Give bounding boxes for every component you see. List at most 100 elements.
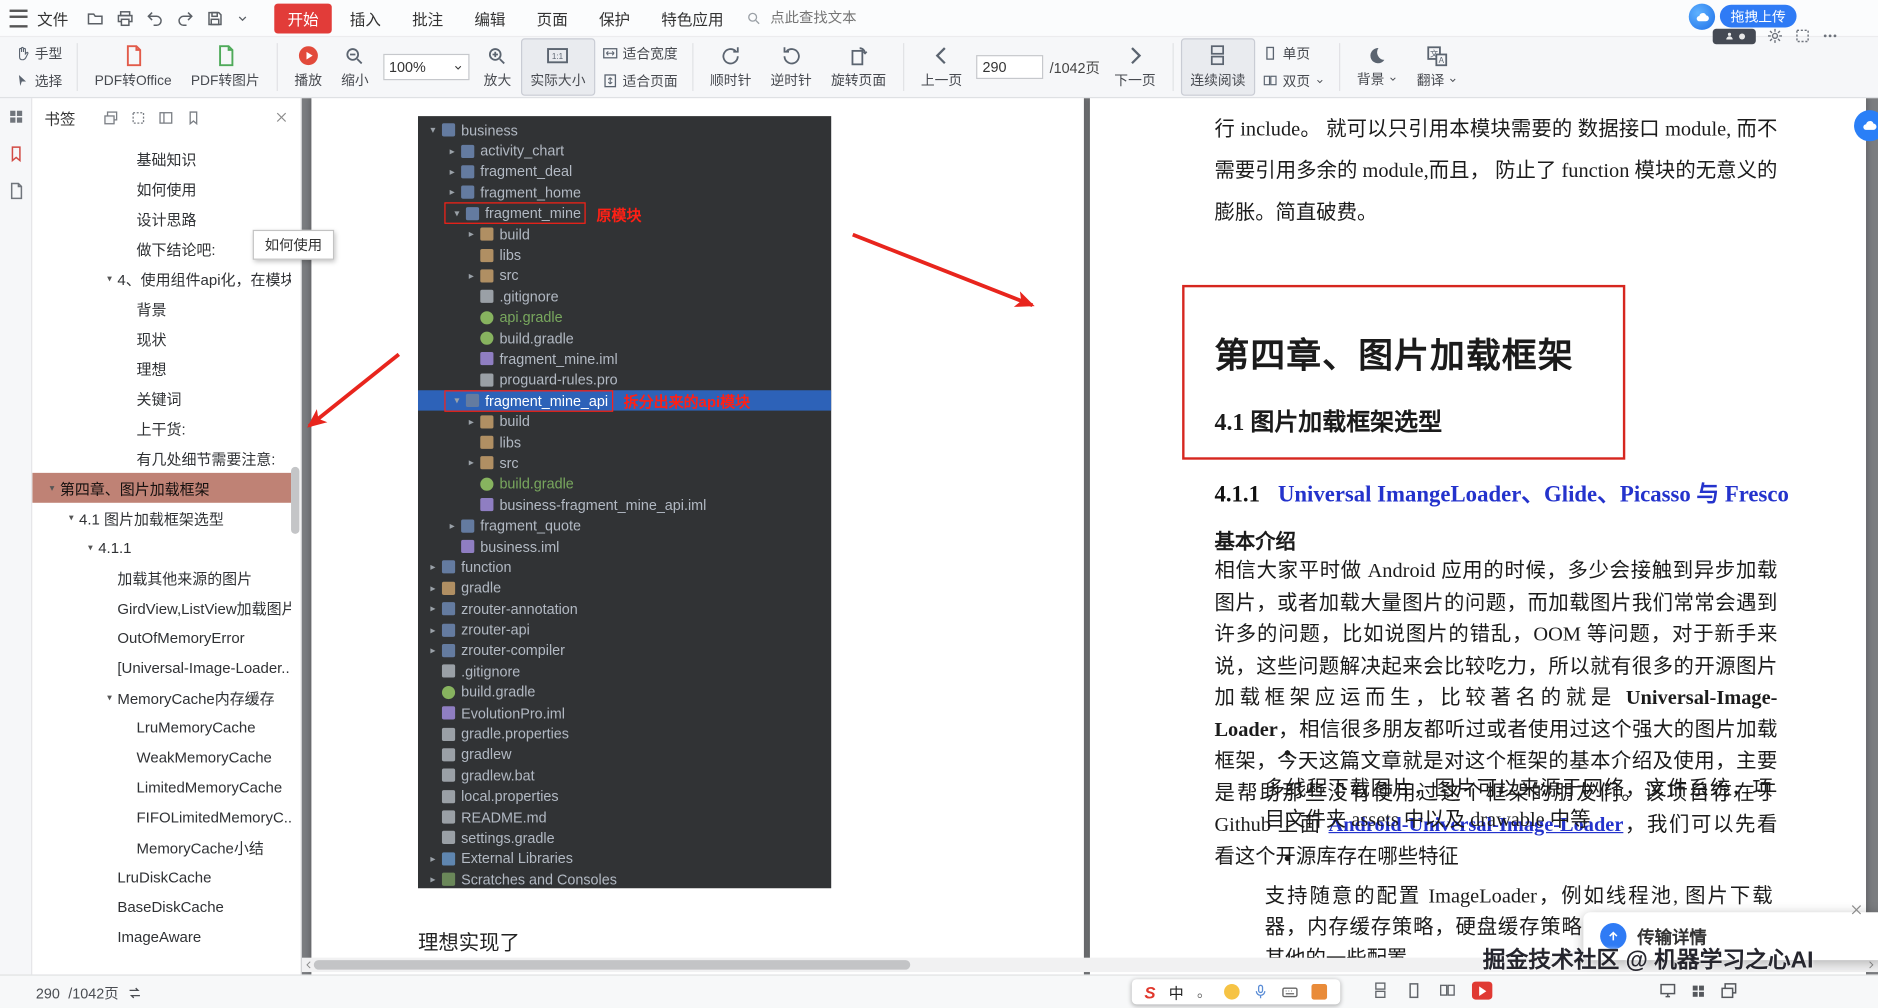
ime-emoji-icon[interactable]: [1224, 984, 1241, 1000]
bookmark-panel-icon[interactable]: [7, 145, 25, 163]
pdf-page-right[interactable]: 行 include。 就可以只引用本模块需要的 数据接口 module, 而不需…: [1089, 95, 1867, 976]
fit-width-button[interactable]: 适合宽度: [599, 42, 682, 64]
pdf-to-office-button[interactable]: PDF转Office: [85, 38, 181, 95]
zoom-out-button[interactable]: 缩小: [332, 38, 379, 95]
bookmark-collapse-arrow-icon[interactable]: ▾: [102, 692, 118, 703]
zoom-level-combo[interactable]: 100%: [383, 53, 470, 81]
bookmark-item[interactable]: 有几处细节需要注意:: [32, 443, 291, 473]
double-page-button[interactable]: 双页: [1259, 70, 1328, 92]
subsection-link-title[interactable]: Universal ImangeLoader、Glide、Picasso 与 F…: [1278, 482, 1789, 507]
ime-toolbox-icon[interactable]: [1312, 984, 1328, 1000]
bookmark-item[interactable]: 如何使用: [32, 174, 291, 204]
play-button[interactable]: 播放: [285, 38, 332, 95]
apps-grid-icon[interactable]: [1690, 982, 1707, 999]
rotate-page-button[interactable]: 旋转页面: [821, 38, 895, 95]
main-menu-icon[interactable]: [9, 8, 28, 27]
prev-page-button[interactable]: 上一页: [911, 38, 971, 95]
bookmark-item[interactable]: 加载其他来源的图片: [32, 563, 291, 593]
single-page-button[interactable]: 单页: [1259, 42, 1328, 64]
tab-6-特色应用[interactable]: 特色应用: [648, 3, 737, 33]
file-menu[interactable]: 文件: [37, 7, 68, 30]
bookmark-item[interactable]: BaseDiskCache: [32, 892, 291, 922]
horizontal-scrollbar-thumb[interactable]: [313, 960, 911, 970]
bookmark-item[interactable]: MemoryCache小结: [32, 832, 291, 862]
bookmark-collapse-arrow-icon[interactable]: ▾: [102, 273, 118, 284]
facing-pages-view-icon[interactable]: [1438, 982, 1456, 1000]
bookmark-item[interactable]: ▾ 4、使用组件api化，在模块...: [32, 263, 291, 293]
print-icon[interactable]: [116, 9, 134, 27]
scroll-right-arrow-icon[interactable]: [1864, 960, 1878, 970]
bookmark-item[interactable]: OutOfMemoryError: [32, 622, 291, 652]
redo-icon[interactable]: [176, 9, 194, 27]
tab-3-编辑[interactable]: 编辑: [461, 3, 519, 33]
save-icon[interactable]: [206, 9, 224, 27]
popup-close-icon[interactable]: [1849, 900, 1863, 917]
bookmark-item[interactable]: GirdView,ListView加载图片: [32, 593, 291, 623]
bookmark-item[interactable]: ▾ 4.1.1: [32, 533, 291, 563]
page-number-input[interactable]: [976, 55, 1044, 80]
open-file-icon[interactable]: [86, 9, 104, 27]
window-stack-icon[interactable]: [1720, 982, 1738, 1000]
swap-pages-icon[interactable]: [127, 985, 143, 1001]
thumbnail-view-icon[interactable]: [1371, 982, 1389, 1000]
bookmark-item[interactable]: 基础知识: [32, 144, 291, 174]
fit-page-button[interactable]: 适合页面: [599, 70, 682, 92]
zoom-in-button[interactable]: 放大: [474, 38, 521, 95]
bookmark-item[interactable]: ▾ 4.1 图片加载框架选型: [32, 503, 291, 533]
bookmark-item[interactable]: 理想: [32, 353, 291, 383]
account-pill[interactable]: [1712, 28, 1756, 44]
ime-punctuation[interactable]: 。: [1197, 982, 1211, 1002]
settings-gear-icon[interactable]: [1767, 28, 1784, 45]
bookmark-item[interactable]: ▾ 第四章、图片加载框架: [32, 472, 292, 503]
undo-icon[interactable]: [146, 9, 164, 27]
bookmark-item[interactable]: LruDiskCache: [32, 862, 291, 892]
ime-voice-icon[interactable]: [1253, 984, 1269, 1000]
transfer-float-button[interactable]: [1854, 110, 1878, 142]
bookmark-item[interactable]: LruMemoryCache: [32, 712, 291, 742]
attachment-panel-icon[interactable]: [7, 182, 25, 200]
tab-2-批注[interactable]: 批注: [399, 3, 457, 33]
bookmark-item[interactable]: 关键词: [32, 383, 291, 413]
search-box[interactable]: [746, 8, 898, 28]
tab-4-页面[interactable]: 页面: [523, 3, 581, 33]
hand-tool-button[interactable]: 手型: [11, 42, 66, 64]
bookmark-collapse-arrow-icon[interactable]: ▾: [83, 542, 99, 553]
sidebar-scrollbar-thumb[interactable]: [291, 466, 300, 534]
pdf-page-left[interactable]: ▾ business ▸ activity_chart ▸ fragment_deal ▸ f…: [311, 95, 1084, 976]
search-input[interactable]: [767, 8, 898, 28]
video-helper-icon[interactable]: [1471, 981, 1493, 1000]
locate-bookmark-icon[interactable]: [186, 110, 202, 126]
collapse-all-icon[interactable]: [131, 110, 147, 126]
ime-logo[interactable]: S: [1144, 982, 1155, 1001]
tab-5-保护[interactable]: 保护: [586, 3, 644, 33]
bookmark-item[interactable]: FIFOLimitedMemoryC...: [32, 802, 292, 832]
thumbnail-panel-icon[interactable]: [7, 108, 25, 126]
rotate-counterclockwise-button[interactable]: 逆时针: [761, 38, 821, 95]
monitor-icon[interactable]: [1659, 982, 1677, 1000]
bookmark-item[interactable]: ImageAware: [32, 922, 291, 952]
bookmark-collapse-arrow-icon[interactable]: ▾: [44, 482, 60, 493]
continuous-reading-button[interactable]: 连续阅读: [1180, 38, 1256, 96]
close-sidebar-icon[interactable]: [274, 110, 288, 124]
bookmark-item[interactable]: [Universal-Image-Loader...: [32, 652, 291, 682]
cloud-drive-logo[interactable]: [1688, 3, 1716, 30]
layout-select-icon[interactable]: [1794, 28, 1811, 45]
bookmark-item[interactable]: 背景: [32, 293, 291, 323]
drag-upload-button[interactable]: 拖拽上传: [1719, 4, 1797, 28]
bookmark-item[interactable]: ▾ MemoryCache内存缓存: [32, 682, 291, 712]
quick-access-caret-icon[interactable]: [236, 11, 249, 24]
ime-keyboard-icon[interactable]: [1282, 983, 1299, 1000]
next-page-button[interactable]: 下一页: [1105, 38, 1165, 95]
expand-all-icon[interactable]: [103, 110, 119, 126]
tab-1-插入[interactable]: 插入: [337, 3, 395, 33]
bookmark-item[interactable]: 现状: [32, 323, 291, 353]
ime-language-mode[interactable]: 中: [1169, 980, 1184, 1003]
background-button[interactable]: 背景: [1347, 38, 1407, 95]
actual-size-button[interactable]: 实际大小: [520, 38, 596, 96]
rotate-clockwise-button[interactable]: 顺时针: [700, 38, 760, 95]
statusbar-page-number[interactable]: 290: [36, 985, 60, 1002]
single-page-view-icon[interactable]: [1405, 982, 1423, 1000]
bookmark-item[interactable]: WeakMemoryCache: [32, 742, 291, 772]
bookmark-collapse-arrow-icon[interactable]: ▾: [63, 512, 79, 523]
select-tool-button[interactable]: 选择: [11, 70, 66, 92]
